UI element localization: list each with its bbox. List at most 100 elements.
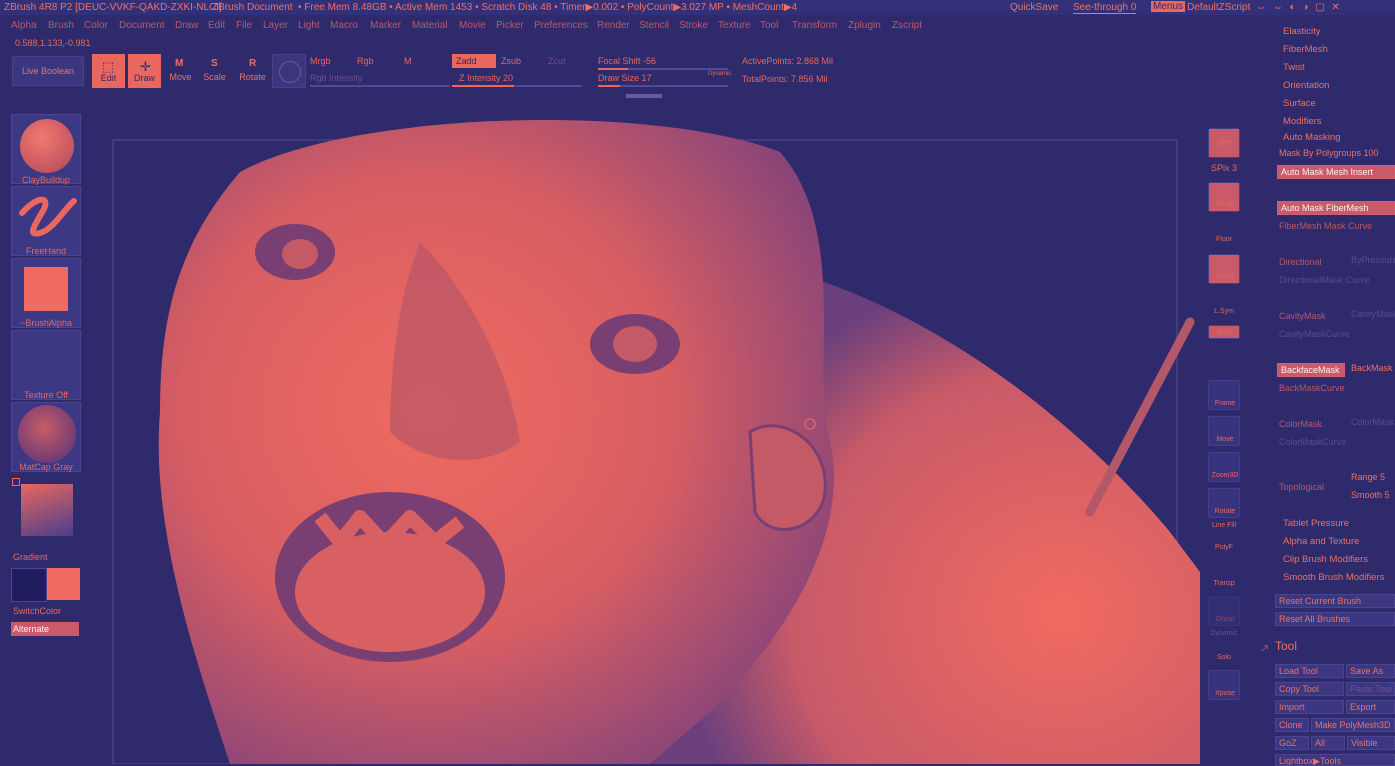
menu-color[interactable]: Color (84, 20, 108, 31)
clone-button[interactable]: Clone (1275, 718, 1309, 732)
focal-shift-slider[interactable]: Focal Shift -56 (598, 56, 656, 66)
auto-mask-fibermesh-toggle[interactable]: Auto Mask FiberMesh (1277, 201, 1395, 215)
frame-button[interactable]: Frame (1208, 380, 1240, 410)
auto-mask-mesh-insert-toggle[interactable]: Auto Mask Mesh Insert (1277, 165, 1395, 179)
brush-submenu-alpha-and-texture[interactable]: Alpha and Texture (1283, 536, 1359, 547)
menu-edit[interactable]: Edit (208, 20, 225, 31)
reset-current-brush-button[interactable]: Reset Current Brush (1275, 594, 1395, 608)
lsym-button[interactable]: L.Sym (1208, 296, 1240, 318)
menu-movie[interactable]: Movie (459, 20, 486, 31)
menu-zplugin[interactable]: Zplugin (848, 20, 881, 31)
menu-brush[interactable]: Brush (48, 20, 74, 31)
color-sphere-button[interactable] (272, 54, 306, 88)
polyf-button[interactable]: Line Fill PolyF (1208, 522, 1240, 552)
switchcolor-button[interactable]: SwitchColor (13, 606, 61, 616)
spix-slider[interactable]: SPix 3 (1204, 163, 1244, 173)
draw-button[interactable]: ✛ Draw (128, 54, 161, 88)
brush-submenu-tablet-pressure[interactable]: Tablet Pressure (1283, 518, 1349, 529)
rotate-button[interactable]: R Rotate (236, 54, 269, 88)
goz-button[interactable]: GoZ (1275, 736, 1309, 750)
dynamic-toggle[interactable]: Dynamic (708, 71, 731, 77)
see-through-slider[interactable]: See-through 0 (1073, 2, 1137, 14)
menu-stencil[interactable]: Stencil (639, 20, 669, 31)
cavity-mask-toggle[interactable]: CavityMask (1279, 311, 1326, 321)
menu-file[interactable]: File (236, 20, 252, 31)
backmask-slider[interactable]: BackMask (1351, 363, 1393, 373)
tool-palette-title[interactable]: Tool (1275, 639, 1297, 653)
menu-preferences[interactable]: Preferences (534, 20, 588, 31)
xyz-button[interactable]: Qxyz (1208, 325, 1240, 339)
paste-tool-button[interactable]: Paste Tool (1346, 682, 1395, 696)
z-intensity-slider[interactable]: Z Intensity 20 (459, 73, 513, 83)
menu-texture[interactable]: Texture (718, 20, 751, 31)
brush-submenu-elasticity[interactable]: Elasticity (1283, 26, 1320, 37)
brush-submenu-smooth-brush-modifiers[interactable]: Smooth Brush Modifiers (1283, 572, 1384, 583)
cavity-mask-intensity[interactable]: CavityMask (1351, 309, 1395, 319)
persp-button[interactable]: Persp (1208, 182, 1240, 212)
rgb-intensity-track[interactable] (310, 85, 450, 87)
secondary-color-swatch[interactable] (47, 568, 80, 600)
menu-document[interactable]: Document (119, 20, 165, 31)
alternate-toggle[interactable]: Alternate (11, 622, 79, 636)
gradient-swatch[interactable] (11, 478, 81, 548)
m-button[interactable]: M (404, 56, 424, 66)
quicksave-button[interactable]: QuickSave (1010, 2, 1058, 13)
smooth-slider[interactable]: Smooth 5 (1351, 490, 1390, 500)
menu-alpha[interactable]: Alpha (11, 20, 37, 31)
draw-size-slider[interactable]: Draw Size 17 (598, 73, 652, 83)
backface-mask-toggle[interactable]: BackfaceMask (1277, 363, 1345, 377)
edit-button[interactable]: ⬚ Edit (92, 54, 125, 88)
color-mask-curve[interactable]: ColorMaskCurve (1279, 437, 1346, 447)
directional-mask-curve[interactable]: DirectionalMask Curve (1279, 275, 1370, 285)
make-polymesh3d-button[interactable]: Make PolyMesh3D (1311, 718, 1395, 732)
menu-tool[interactable]: Tool (760, 20, 778, 31)
menu-draw[interactable]: Draw (175, 20, 198, 31)
menu-picker[interactable]: Picker (496, 20, 524, 31)
import-button[interactable]: Import (1275, 700, 1344, 714)
brush-submenu-orientation[interactable]: Orientation (1283, 80, 1329, 91)
topological-toggle[interactable]: Topological (1279, 482, 1324, 492)
goz-visible-button[interactable]: Visible (1347, 736, 1395, 750)
toolbar-collapse-handle[interactable] (626, 94, 662, 98)
live-boolean-button[interactable]: Live Boolean (12, 56, 84, 86)
directional-toggle[interactable]: Directional (1279, 257, 1322, 267)
brush-submenu-surface[interactable]: Surface (1283, 98, 1316, 109)
auto-masking-header[interactable]: Auto Masking (1283, 132, 1341, 143)
solo-button[interactable]: Solo (1208, 636, 1240, 666)
fibermesh-mask-curve[interactable]: FiberMesh Mask Curve (1279, 221, 1372, 231)
menu-render[interactable]: Render (597, 20, 630, 31)
window-controls-icon[interactable]: ⇔ ⇔ ◐ ◑ ▢ ✕ (1256, 2, 1342, 13)
menus-toggle[interactable]: Menus (1151, 1, 1186, 12)
sculpt-mesh[interactable] (90, 112, 1200, 764)
rgb-button[interactable]: Rgb (357, 56, 397, 66)
zoom3d-button[interactable]: Zoom3D (1208, 452, 1240, 482)
lightbox-tools-button[interactable]: Lightbox▶Tools (1275, 754, 1395, 766)
copy-tool-button[interactable]: Copy Tool (1275, 682, 1344, 696)
brush-submenu-twist[interactable]: Twist (1283, 62, 1305, 73)
transp-button[interactable]: Transp (1208, 560, 1240, 590)
cavity-mask-curve[interactable]: CavityMaskCurve (1279, 329, 1350, 339)
load-tool-button[interactable]: Load Tool (1275, 664, 1344, 678)
mask-by-polygroups-slider[interactable]: Mask By Polygroups 100 (1279, 148, 1379, 158)
brush-submenu-modifiers[interactable]: Modifiers (1283, 116, 1322, 127)
color-mask-intensity[interactable]: ColorMask (1351, 417, 1394, 427)
local-button[interactable]: Local (1208, 254, 1240, 284)
menu-layer[interactable]: Layer (263, 20, 288, 31)
zsub-button[interactable]: Zsub (501, 56, 521, 66)
menu-stroke[interactable]: Stroke (679, 20, 708, 31)
zadd-button[interactable]: Zadd (452, 54, 496, 68)
move-view-button[interactable]: Move (1208, 416, 1240, 446)
scale-button[interactable]: S Scale (198, 54, 231, 88)
export-button[interactable]: Export (1346, 700, 1395, 714)
range-slider[interactable]: Range 5 (1351, 472, 1385, 482)
by-pressure-slider[interactable]: ByPressure (1351, 255, 1395, 265)
main-color-swatch[interactable] (11, 568, 47, 602)
menu-transform[interactable]: Transform (792, 20, 837, 31)
menu-macro[interactable]: Macro (330, 20, 358, 31)
floor-button[interactable]: Floor (1208, 220, 1240, 250)
default-zscript[interactable]: DefaultZScript (1187, 2, 1250, 13)
brush-thumbnail[interactable] (11, 114, 81, 184)
brush-submenu-fibermesh[interactable]: FiberMesh (1283, 44, 1328, 55)
brush-submenu-clip-brush-modifiers[interactable]: Clip Brush Modifiers (1283, 554, 1368, 565)
canvas-viewport[interactable] (90, 112, 1200, 764)
